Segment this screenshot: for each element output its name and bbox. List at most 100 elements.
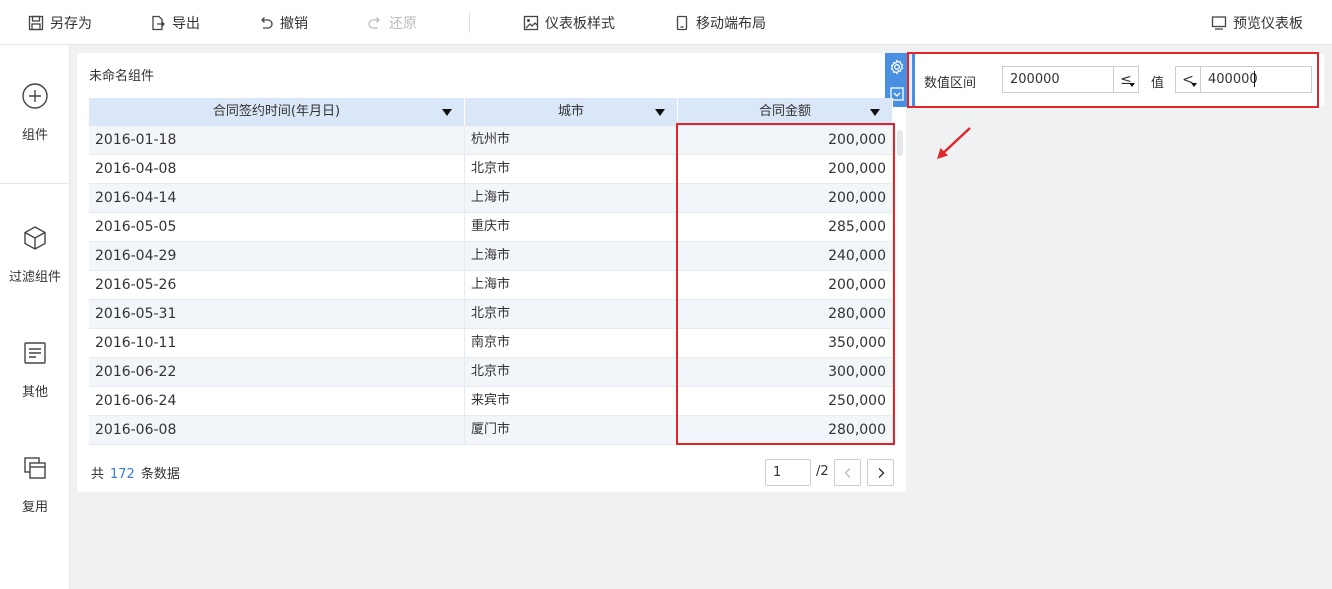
sidebar-item-filter-component[interactable]: 过滤组件 (0, 224, 70, 285)
date-cell: 2016-04-14 (89, 184, 465, 212)
save-icon (28, 15, 44, 31)
table-row[interactable]: 2016-06-22 北京市 300,000 (89, 358, 893, 387)
sidebar-item-label: 其他 (21, 385, 48, 400)
amount-cell: 200,000 (678, 184, 893, 212)
table-row[interactable]: 2016-05-31 北京市 280,000 (89, 300, 893, 329)
table-scrollbar[interactable] (897, 130, 903, 156)
sidebar-item-reuse[interactable]: 复用 (0, 454, 70, 515)
sort-dropdown-icon[interactable] (870, 109, 880, 116)
sidebar-divider (0, 183, 70, 184)
dashboard-style-button[interactable]: 仪表板样式 (523, 12, 615, 34)
amount-cell: 200,000 (678, 271, 893, 299)
value-label: 值 (1151, 76, 1165, 91)
record-count-number: 172 (110, 467, 135, 482)
city-cell: 上海市 (465, 271, 678, 299)
table-row[interactable]: 2016-04-08 北京市 200,000 (89, 155, 893, 184)
widget-title: 未命名组件 (89, 69, 155, 84)
date-cell: 2016-04-29 (89, 242, 465, 270)
sidebar-item-label: 过滤组件 (8, 270, 61, 285)
preview-dashboard-button[interactable]: 预览仪表板 (1211, 12, 1303, 34)
undo-button[interactable]: 撤销 (258, 12, 308, 34)
chevron-right-icon (878, 467, 884, 478)
table-row[interactable]: 2016-01-18 杭州市 200,000 (89, 126, 893, 155)
date-cell: 2016-01-18 (89, 126, 465, 154)
date-cell: 2016-04-08 (89, 155, 465, 183)
gear-icon (890, 58, 904, 75)
city-cell: 北京市 (465, 358, 678, 386)
record-count: 共 172 条数据 (91, 463, 180, 482)
export-label: 导出 (172, 16, 200, 32)
max-value-input[interactable]: 400000 (1200, 66, 1312, 93)
prev-page-button[interactable] (834, 459, 861, 486)
page-total: /2 (816, 464, 829, 479)
filter-label: 数值区间 (924, 76, 977, 91)
record-count-prefix: 共 (91, 467, 105, 482)
min-operator-select[interactable]: ≤ (1113, 66, 1139, 93)
city-cell: 上海市 (465, 184, 678, 212)
redo-button[interactable]: 还原 (367, 12, 417, 34)
column-header-label: 城市 (557, 104, 584, 119)
mobile-layout-label: 移动端布局 (696, 16, 766, 32)
column-header-city[interactable]: 城市 (465, 98, 678, 126)
sidebar-item-label: 复用 (21, 500, 48, 515)
annotation-arrow-icon (937, 127, 971, 159)
toolbar-divider (469, 13, 470, 33)
table-row[interactable]: 2016-06-24 来宾市 250,000 (89, 387, 893, 416)
text-cursor (1254, 71, 1255, 87)
city-cell: 来宾市 (465, 387, 678, 415)
caret-down-icon (1191, 83, 1197, 87)
export-button[interactable]: 导出 (150, 12, 200, 34)
date-cell: 2016-06-22 (89, 358, 465, 386)
save-as-button[interactable]: 另存为 (28, 12, 92, 34)
chevron-left-icon (844, 467, 850, 478)
widget-settings-button[interactable] (885, 53, 909, 80)
column-header-date[interactable]: 合同签约时间(年月日) (89, 98, 465, 126)
save-as-label: 另存为 (50, 16, 92, 32)
style-icon (523, 15, 539, 31)
add-circle-icon (22, 83, 48, 109)
mobile-layout-button[interactable]: 移动端布局 (674, 12, 766, 34)
min-value-input[interactable]: 200000 (1002, 66, 1114, 93)
date-cell: 2016-06-24 (89, 387, 465, 415)
page-number-input[interactable] (765, 459, 811, 486)
monitor-icon (1211, 16, 1227, 30)
table-row[interactable]: 2016-04-14 上海市 200,000 (89, 184, 893, 213)
amount-cell: 200,000 (678, 155, 893, 183)
sidebar-item-other[interactable]: 其他 (0, 339, 70, 400)
column-header-amount[interactable]: 合同金额 (678, 98, 893, 126)
table-row[interactable]: 2016-05-05 重庆市 285,000 (89, 213, 893, 242)
copy-icon (24, 457, 46, 479)
table-row[interactable]: 2016-05-26 上海市 200,000 (89, 271, 893, 300)
amount-cell: 280,000 (678, 300, 893, 328)
city-cell: 南京市 (465, 329, 678, 357)
amount-cell: 280,000 (678, 416, 893, 444)
city-cell: 厦门市 (465, 416, 678, 444)
date-cell: 2016-05-31 (89, 300, 465, 328)
sort-dropdown-icon[interactable] (655, 109, 665, 116)
next-page-button[interactable] (867, 459, 894, 486)
city-cell: 上海市 (465, 242, 678, 270)
city-cell: 重庆市 (465, 213, 678, 241)
table-row[interactable]: 2016-04-29 上海市 240,000 (89, 242, 893, 271)
preview-dashboard-label: 预览仪表板 (1233, 16, 1303, 32)
table-body: 2016-01-18 杭州市 200,000 2016-04-08 北京市 200,00… (89, 126, 893, 445)
date-cell: 2016-06-08 (89, 416, 465, 444)
undo-icon (261, 17, 273, 29)
date-cell: 2016-05-26 (89, 271, 465, 299)
amount-cell: 285,000 (678, 213, 893, 241)
amount-cell: 300,000 (678, 358, 893, 386)
sort-dropdown-icon[interactable] (442, 109, 452, 116)
undo-label: 撤销 (280, 16, 308, 32)
toolbar: 另存为 导出 撤销 还原 仪表板样式 移动端布局 预览仪表板 (0, 0, 1332, 45)
max-operator-select[interactable]: < (1175, 66, 1201, 93)
table-row[interactable]: 2016-06-08 厦门市 280,000 (89, 416, 893, 445)
amount-cell: 250,000 (678, 387, 893, 415)
table-row[interactable]: 2016-10-11 南京市 350,000 (89, 329, 893, 358)
sidebar-item-component[interactable]: 组件 (0, 82, 70, 143)
amount-cell: 200,000 (678, 126, 893, 154)
document-icon (24, 342, 46, 364)
city-cell: 杭州市 (465, 126, 678, 154)
city-cell: 北京市 (465, 300, 678, 328)
city-cell: 北京市 (465, 155, 678, 183)
sidebar-item-label: 组件 (21, 128, 48, 143)
